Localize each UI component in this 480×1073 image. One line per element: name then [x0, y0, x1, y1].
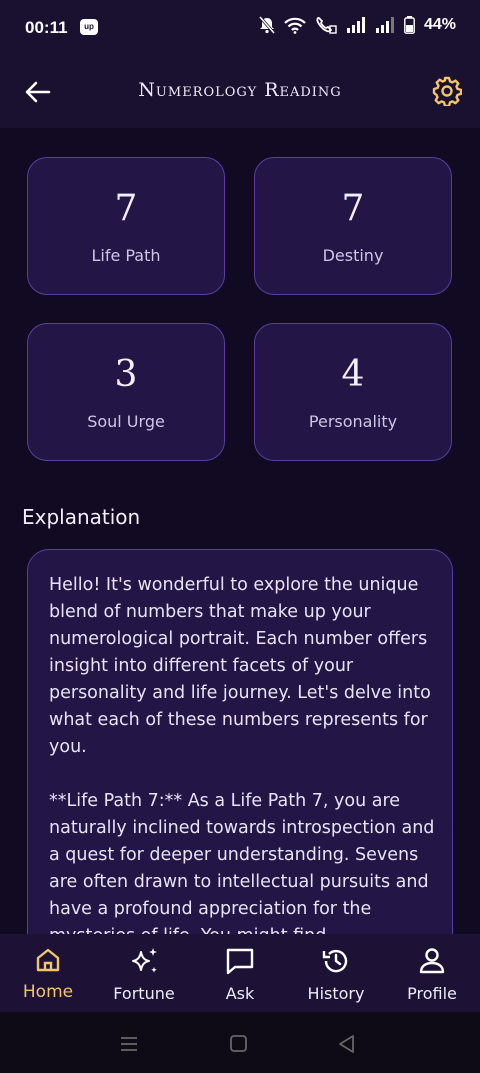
personality-card[interactable]: 4 Personality	[254, 323, 452, 461]
home-icon	[36, 948, 60, 972]
nav-ask-label: Ask	[225, 984, 255, 1003]
page-title: Numerology Reading	[138, 79, 342, 101]
home-square-icon[interactable]	[229, 1034, 249, 1054]
call-icon	[316, 17, 337, 34]
soul-urge-card[interactable]: 3 Soul Urge	[27, 323, 225, 461]
nav-ask[interactable]: Ask	[192, 934, 288, 1012]
signal-icon	[346, 17, 365, 33]
nav-profile-label: Profile	[407, 984, 457, 1003]
life-path-number: 7	[114, 188, 138, 229]
soul-urge-number: 3	[114, 354, 138, 395]
destiny-label: Destiny	[322, 246, 384, 265]
nav-history-label: History	[307, 984, 365, 1003]
chat-icon	[226, 948, 254, 975]
nav-history[interactable]: History	[288, 934, 384, 1012]
personality-label: Personality	[308, 412, 398, 431]
back-triangle-icon[interactable]	[337, 1034, 357, 1054]
person-icon	[419, 948, 445, 974]
battery-percent: 44%	[423, 16, 456, 33]
nav-fortune[interactable]: Fortune	[96, 934, 192, 1012]
nav-home-label: Home	[22, 982, 74, 1002]
destiny-number: 7	[341, 188, 365, 229]
nav-home[interactable]: Home	[0, 934, 96, 1012]
life-path-card[interactable]: 7 Life Path	[27, 157, 225, 295]
life-path-label: Life Path	[91, 246, 161, 265]
bottom-nav: Home Fortune Ask History Profile	[0, 934, 480, 1012]
wifi-icon	[284, 17, 306, 34]
recent-apps-icon[interactable]	[119, 1034, 139, 1054]
destiny-card[interactable]: 7 Destiny	[254, 157, 452, 295]
app-bar: Numerology Reading	[0, 58, 480, 128]
history-icon	[322, 949, 348, 973]
mute-icon	[258, 16, 275, 34]
app-badge-icon: up	[80, 19, 98, 35]
explanation-heading: Explanation	[22, 505, 141, 529]
soul-urge-label: Soul Urge	[87, 412, 165, 431]
nav-fortune-label: Fortune	[113, 984, 175, 1003]
system-nav-bar	[0, 1012, 480, 1073]
signal-2-icon	[375, 17, 394, 33]
explanation-panel[interactable]: Hello! It's wonderful to explore the uni…	[27, 549, 453, 969]
status-time: 00:11	[25, 18, 68, 37]
nav-profile[interactable]: Profile	[384, 934, 480, 1012]
battery-icon	[404, 16, 415, 34]
explanation-paragraph-2: **Life Path 7:** As a Life Path 7, you a…	[49, 791, 435, 946]
gear-icon[interactable]	[432, 76, 462, 106]
personality-number: 4	[341, 354, 365, 395]
status-bar: 00:11 up 44%	[0, 0, 480, 58]
explanation-paragraph-1: Hello! It's wonderful to explore the uni…	[49, 575, 431, 757]
status-icons: 44%	[258, 16, 456, 34]
sparkles-icon	[132, 948, 157, 973]
